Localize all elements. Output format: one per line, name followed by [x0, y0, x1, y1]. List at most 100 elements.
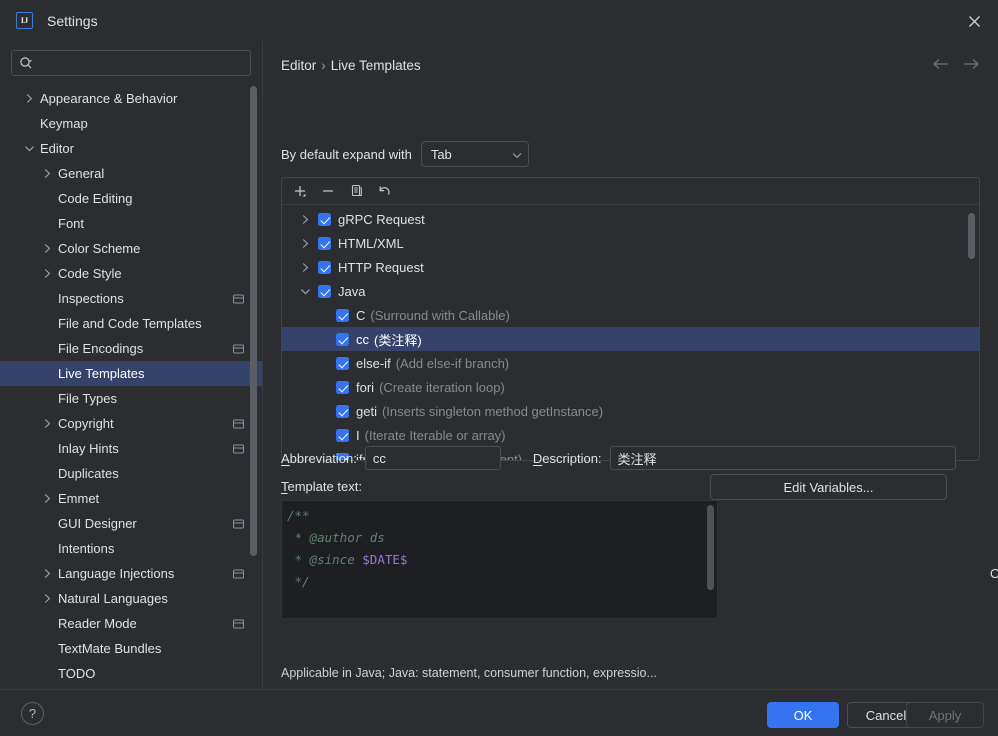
template-row[interactable]: geti (Inserts singleton method getInstanc… [282, 399, 979, 423]
edit-variables-label: Edit Variables... [783, 479, 874, 495]
sidebar-item-label: File and Code Templates [58, 316, 202, 331]
template-row[interactable]: cc (类注释) [282, 327, 979, 351]
chevron-right-icon[interactable] [298, 260, 312, 274]
sidebar-item-inspections[interactable]: Inspections [0, 286, 262, 311]
template-row[interactable]: fori (Create iteration loop) [282, 375, 979, 399]
sidebar-item-copyright[interactable]: Copyright [0, 411, 262, 436]
chevron-right-icon[interactable] [40, 492, 54, 506]
sidebar-item-file-encodings[interactable]: File Encodings [0, 336, 262, 361]
sidebar-scrollbar-thumb[interactable] [250, 86, 257, 556]
template-checkbox[interactable] [318, 260, 331, 274]
arrow-left-icon[interactable] [932, 58, 949, 73]
sidebar-item-keymap[interactable]: Keymap [0, 111, 262, 136]
chevron-right-icon[interactable] [22, 92, 36, 106]
template-checkbox[interactable] [336, 332, 349, 346]
chevron-right-icon[interactable] [298, 236, 312, 250]
editor-scrollbar-thumb[interactable] [707, 505, 714, 590]
sidebar-item-emmet[interactable]: Emmet [0, 486, 262, 511]
chevron-right-icon[interactable] [40, 167, 54, 181]
abbreviation-field[interactable]: cc [364, 446, 501, 470]
template-name: Java [338, 283, 366, 299]
help-button[interactable]: ? [21, 702, 44, 725]
template-row[interactable]: else-if (Add else-if branch) [282, 351, 979, 375]
sidebar-item-font[interactable]: Font [0, 211, 262, 236]
search-box[interactable] [11, 50, 251, 76]
template-checkbox[interactable] [336, 404, 349, 418]
template-checkbox[interactable] [336, 356, 349, 370]
template-row[interactable]: Java [282, 279, 979, 303]
templates-scrollbar-thumb[interactable] [968, 213, 975, 259]
template-checkbox[interactable] [318, 284, 331, 298]
sidebar-item-duplicates[interactable]: Duplicates [0, 461, 262, 486]
sidebar-item-label: Editor [40, 141, 74, 156]
chevron-right-icon[interactable] [40, 242, 54, 256]
revert-icon[interactable] [372, 180, 396, 202]
chevron-right-icon[interactable] [40, 417, 54, 431]
apply-button[interactable]: Apply [906, 702, 984, 728]
sidebar-item-color-scheme[interactable]: Color Scheme [0, 236, 262, 261]
ok-button[interactable]: OK [767, 702, 839, 728]
sidebar-item-code-style[interactable]: Code Style [0, 261, 262, 286]
sidebar-item-natural-languages[interactable]: Natural Languages [0, 586, 262, 611]
template-text-editor[interactable]: /** * @author ds * @since $DATE$ */ [281, 500, 718, 619]
options-title: Options [990, 566, 998, 581]
template-name: else-if [356, 355, 391, 371]
sidebar-item-label: Natural Languages [58, 591, 168, 606]
template-name: gRPC Request [338, 211, 425, 227]
template-row[interactable]: HTML/XML [282, 231, 979, 255]
template-row[interactable]: I (Iterate Iterable or array) [282, 423, 979, 447]
abbreviation-value: cc [372, 450, 386, 466]
chevron-down-icon[interactable] [22, 142, 36, 156]
sidebar-item-textmate-bundles[interactable]: TextMate Bundles [0, 636, 262, 661]
close-icon[interactable] [964, 11, 984, 31]
template-checkbox[interactable] [318, 236, 331, 250]
description-label: Description: [532, 450, 602, 466]
sidebar-item-code-editing[interactable]: Code Editing [0, 186, 262, 211]
chevron-right-icon[interactable] [40, 267, 54, 281]
templates-list[interactable]: gRPC Request HTML/XML HTTP Request Java C (Su… [282, 205, 979, 460]
template-checkbox[interactable] [318, 212, 331, 226]
sidebar-item-file-and-code-templates[interactable]: File and Code Templates [0, 311, 262, 336]
sidebar-item-editor[interactable]: Editor [0, 136, 262, 161]
template-row[interactable]: gRPC Request [282, 207, 979, 231]
sidebar-item-todo[interactable]: TODO [0, 661, 262, 686]
plus-icon[interactable] [288, 180, 312, 202]
sidebar-item-label: Live Templates [58, 366, 145, 381]
abbreviation-description-row: Abbreviation: cc Description: 类注释 [281, 446, 980, 470]
sidebar-item-inlay-hints[interactable]: Inlay Hints [0, 436, 262, 461]
chevron-right-icon[interactable] [40, 567, 54, 581]
templates-scrollbar[interactable] [968, 207, 975, 460]
template-row[interactable]: HTTP Request [282, 255, 979, 279]
search-input[interactable] [34, 55, 250, 71]
sidebar-item-general[interactable]: General [0, 161, 262, 186]
templates-toolbar [282, 178, 979, 205]
chevron-down-icon[interactable] [298, 284, 312, 298]
dialog-footer: ? OK Cancel Apply [0, 690, 998, 736]
template-checkbox[interactable] [336, 428, 349, 442]
sidebar-item-intentions[interactable]: Intentions [0, 536, 262, 561]
sidebar-item-appearance-behavior[interactable]: Appearance & Behavior [0, 86, 262, 111]
sidebar-item-reader-mode[interactable]: Reader Mode [0, 611, 262, 636]
live-templates-pane: Editor › Live Templates By default expand … [263, 41, 998, 704]
chevron-right-icon[interactable] [40, 592, 54, 606]
template-name: HTML/XML [338, 235, 404, 251]
sidebar-item-gui-designer[interactable]: GUI Designer [0, 511, 262, 536]
template-description: (Surround with Callable) [370, 307, 510, 323]
breadcrumb-current: Live Templates [330, 58, 421, 73]
sidebar-item-file-types[interactable]: File Types [0, 386, 262, 411]
chevron-right-icon[interactable] [298, 212, 312, 226]
template-row[interactable]: C (Surround with Callable) [282, 303, 979, 327]
arrow-right-icon[interactable] [963, 58, 980, 73]
description-field[interactable]: 类注释 [609, 446, 956, 470]
sidebar-item-live-templates[interactable]: Live Templates [0, 361, 262, 386]
minus-icon[interactable] [316, 180, 340, 202]
sidebar-item-label: Reader Mode [58, 616, 137, 631]
edit-variables-button[interactable]: Edit Variables... [710, 474, 947, 500]
sidebar-item-language-injections[interactable]: Language Injections [0, 561, 262, 586]
template-checkbox[interactable] [336, 308, 349, 322]
breadcrumb-parent[interactable]: Editor [281, 58, 316, 73]
sidebar-scrollbar[interactable] [250, 86, 257, 689]
template-checkbox[interactable] [336, 380, 349, 394]
default-expand-combobox[interactable]: Tab [420, 141, 529, 167]
copy-icon[interactable] [344, 180, 368, 202]
